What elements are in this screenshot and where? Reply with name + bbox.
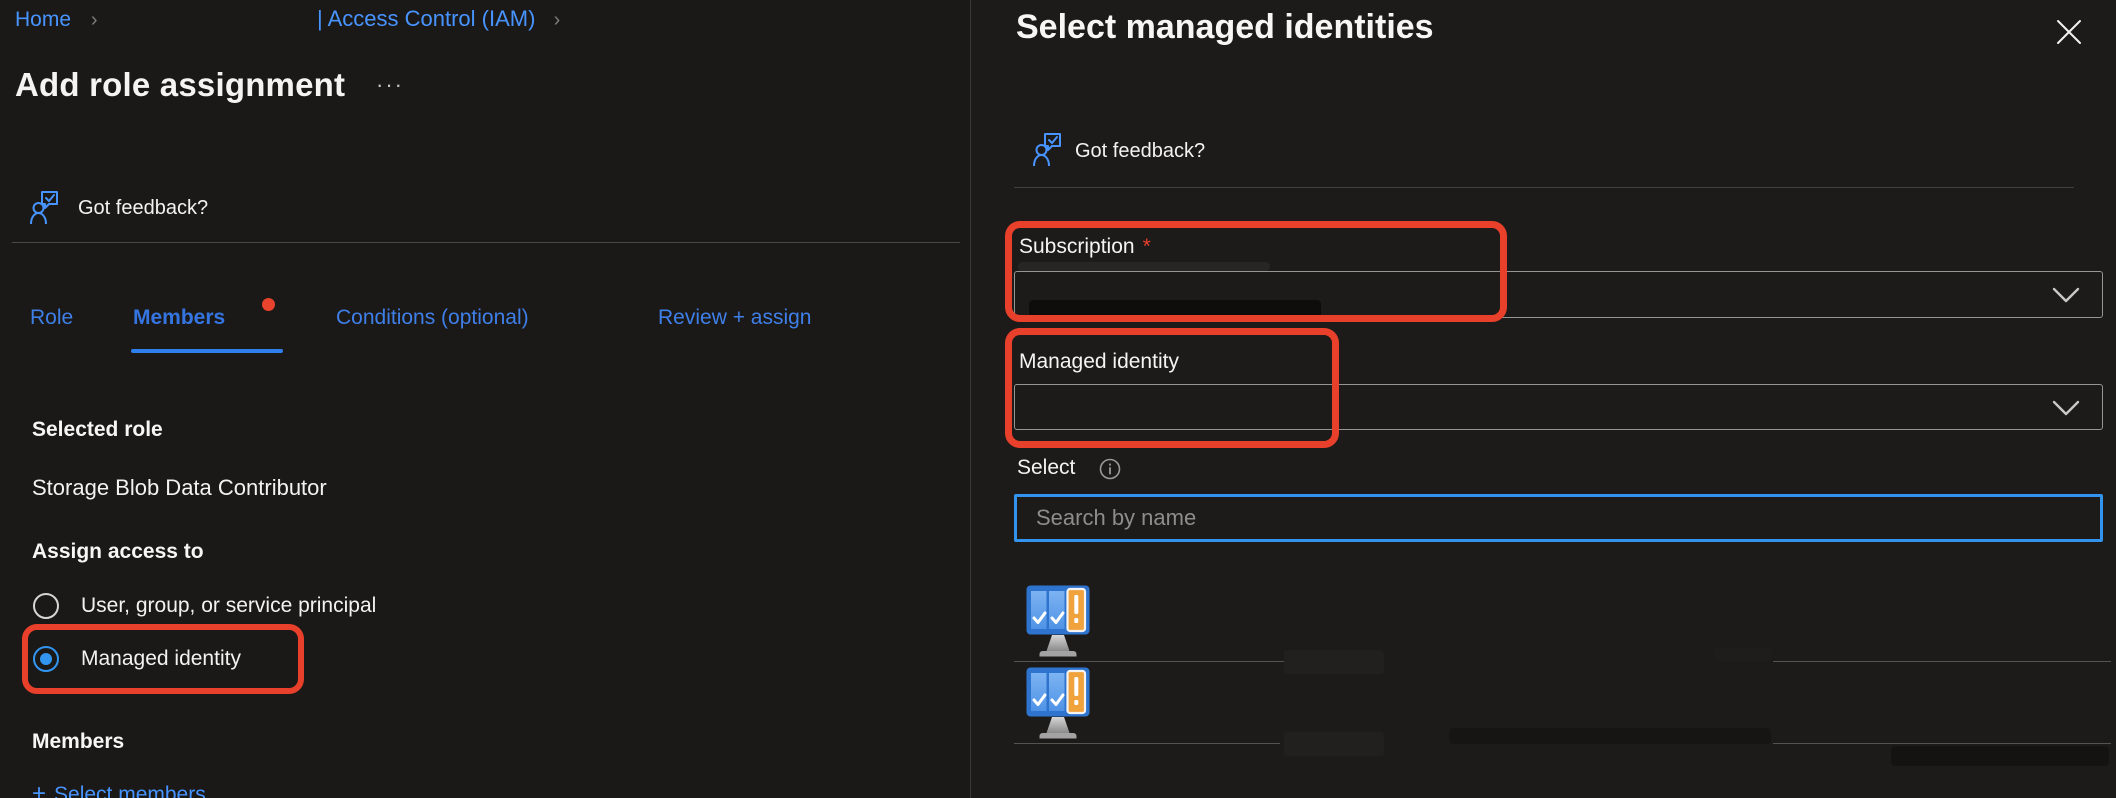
radio-unselected-icon[interactable] — [33, 593, 59, 619]
radio-option-user-group[interactable]: User, group, or service principal — [33, 593, 376, 619]
plus-icon: + — [32, 780, 46, 798]
redacted-text — [1449, 728, 1771, 744]
got-feedback-link[interactable]: Got feedback? — [1075, 140, 1205, 163]
members-label: Members — [32, 730, 124, 754]
redacted-text — [1714, 648, 1772, 661]
tab-conditions[interactable]: Conditions (optional) — [336, 306, 529, 330]
required-asterisk: * — [1143, 235, 1151, 258]
feedback-icon — [1033, 131, 1063, 172]
azure-portal-screen: Home › | Access Control (IAM) › Add role… — [0, 0, 2116, 798]
chevron-down-icon — [2052, 287, 2080, 304]
page-title: Add role assignment — [15, 66, 345, 104]
select-managed-identities-panel: Select managed identities Got feedback? … — [970, 0, 2116, 798]
unsaved-changes-dot — [262, 298, 275, 311]
add-role-assignment-pane: Home › | Access Control (IAM) › Add role… — [0, 0, 970, 798]
close-icon[interactable] — [2055, 18, 2085, 48]
redacted-text — [1284, 650, 1384, 674]
redacted-text — [1284, 732, 1384, 756]
row-divider — [1773, 743, 2111, 744]
identity-row[interactable] — [1026, 585, 1090, 661]
assign-access-label: Assign access to — [32, 540, 204, 564]
select-label: Select — [1017, 456, 1075, 480]
vm-status-icon — [1026, 585, 1090, 661]
row-divider — [1014, 743, 1280, 744]
row-divider — [1014, 661, 1284, 662]
divider — [1014, 187, 2074, 188]
identity-row[interactable] — [1026, 667, 1090, 743]
selected-role-value: Storage Blob Data Contributor — [32, 475, 327, 501]
selected-role-label: Selected role — [32, 418, 163, 442]
tab-role[interactable]: Role — [30, 306, 73, 330]
redacted-text — [1018, 262, 1270, 271]
chevron-down-icon — [2052, 400, 2080, 417]
managed-identity-label: Managed identity — [1019, 350, 1179, 374]
feedback-icon — [30, 189, 60, 230]
radio-selected-icon[interactable] — [33, 646, 59, 672]
search-input[interactable] — [1017, 497, 2116, 539]
got-feedback-link[interactable]: Got feedback? — [78, 197, 208, 220]
row-divider — [1773, 661, 2111, 662]
chevron-right-icon: › — [91, 9, 98, 31]
radio-label: Managed identity — [81, 647, 241, 671]
tab-members[interactable]: Members — [133, 306, 225, 330]
radio-label: User, group, or service principal — [81, 594, 376, 618]
breadcrumb: Home › — [15, 8, 98, 32]
subscription-label: Subscription* — [1019, 235, 1151, 259]
panel-title: Select managed identities — [1016, 8, 1434, 47]
managed-identity-dropdown[interactable] — [1014, 384, 2103, 430]
breadcrumb-home-link[interactable]: Home — [15, 8, 71, 31]
select-members-link[interactable]: +Select members — [32, 780, 206, 798]
tab-review-assign[interactable]: Review + assign — [658, 306, 812, 330]
redacted-text — [1891, 746, 2109, 766]
info-icon[interactable] — [1099, 458, 1121, 485]
chevron-right-icon: › — [554, 9, 561, 31]
search-box — [1014, 494, 2103, 542]
divider — [12, 242, 960, 243]
vm-status-icon — [1026, 667, 1090, 743]
radio-option-managed-identity[interactable]: Managed identity — [33, 646, 241, 672]
redacted-text — [1029, 300, 1321, 322]
active-tab-underline — [131, 349, 283, 353]
more-options-icon[interactable]: ··· — [376, 72, 404, 98]
breadcrumb-section: | Access Control (IAM) › — [317, 6, 560, 32]
breadcrumb-iam-link[interactable]: | Access Control (IAM) — [317, 6, 535, 31]
